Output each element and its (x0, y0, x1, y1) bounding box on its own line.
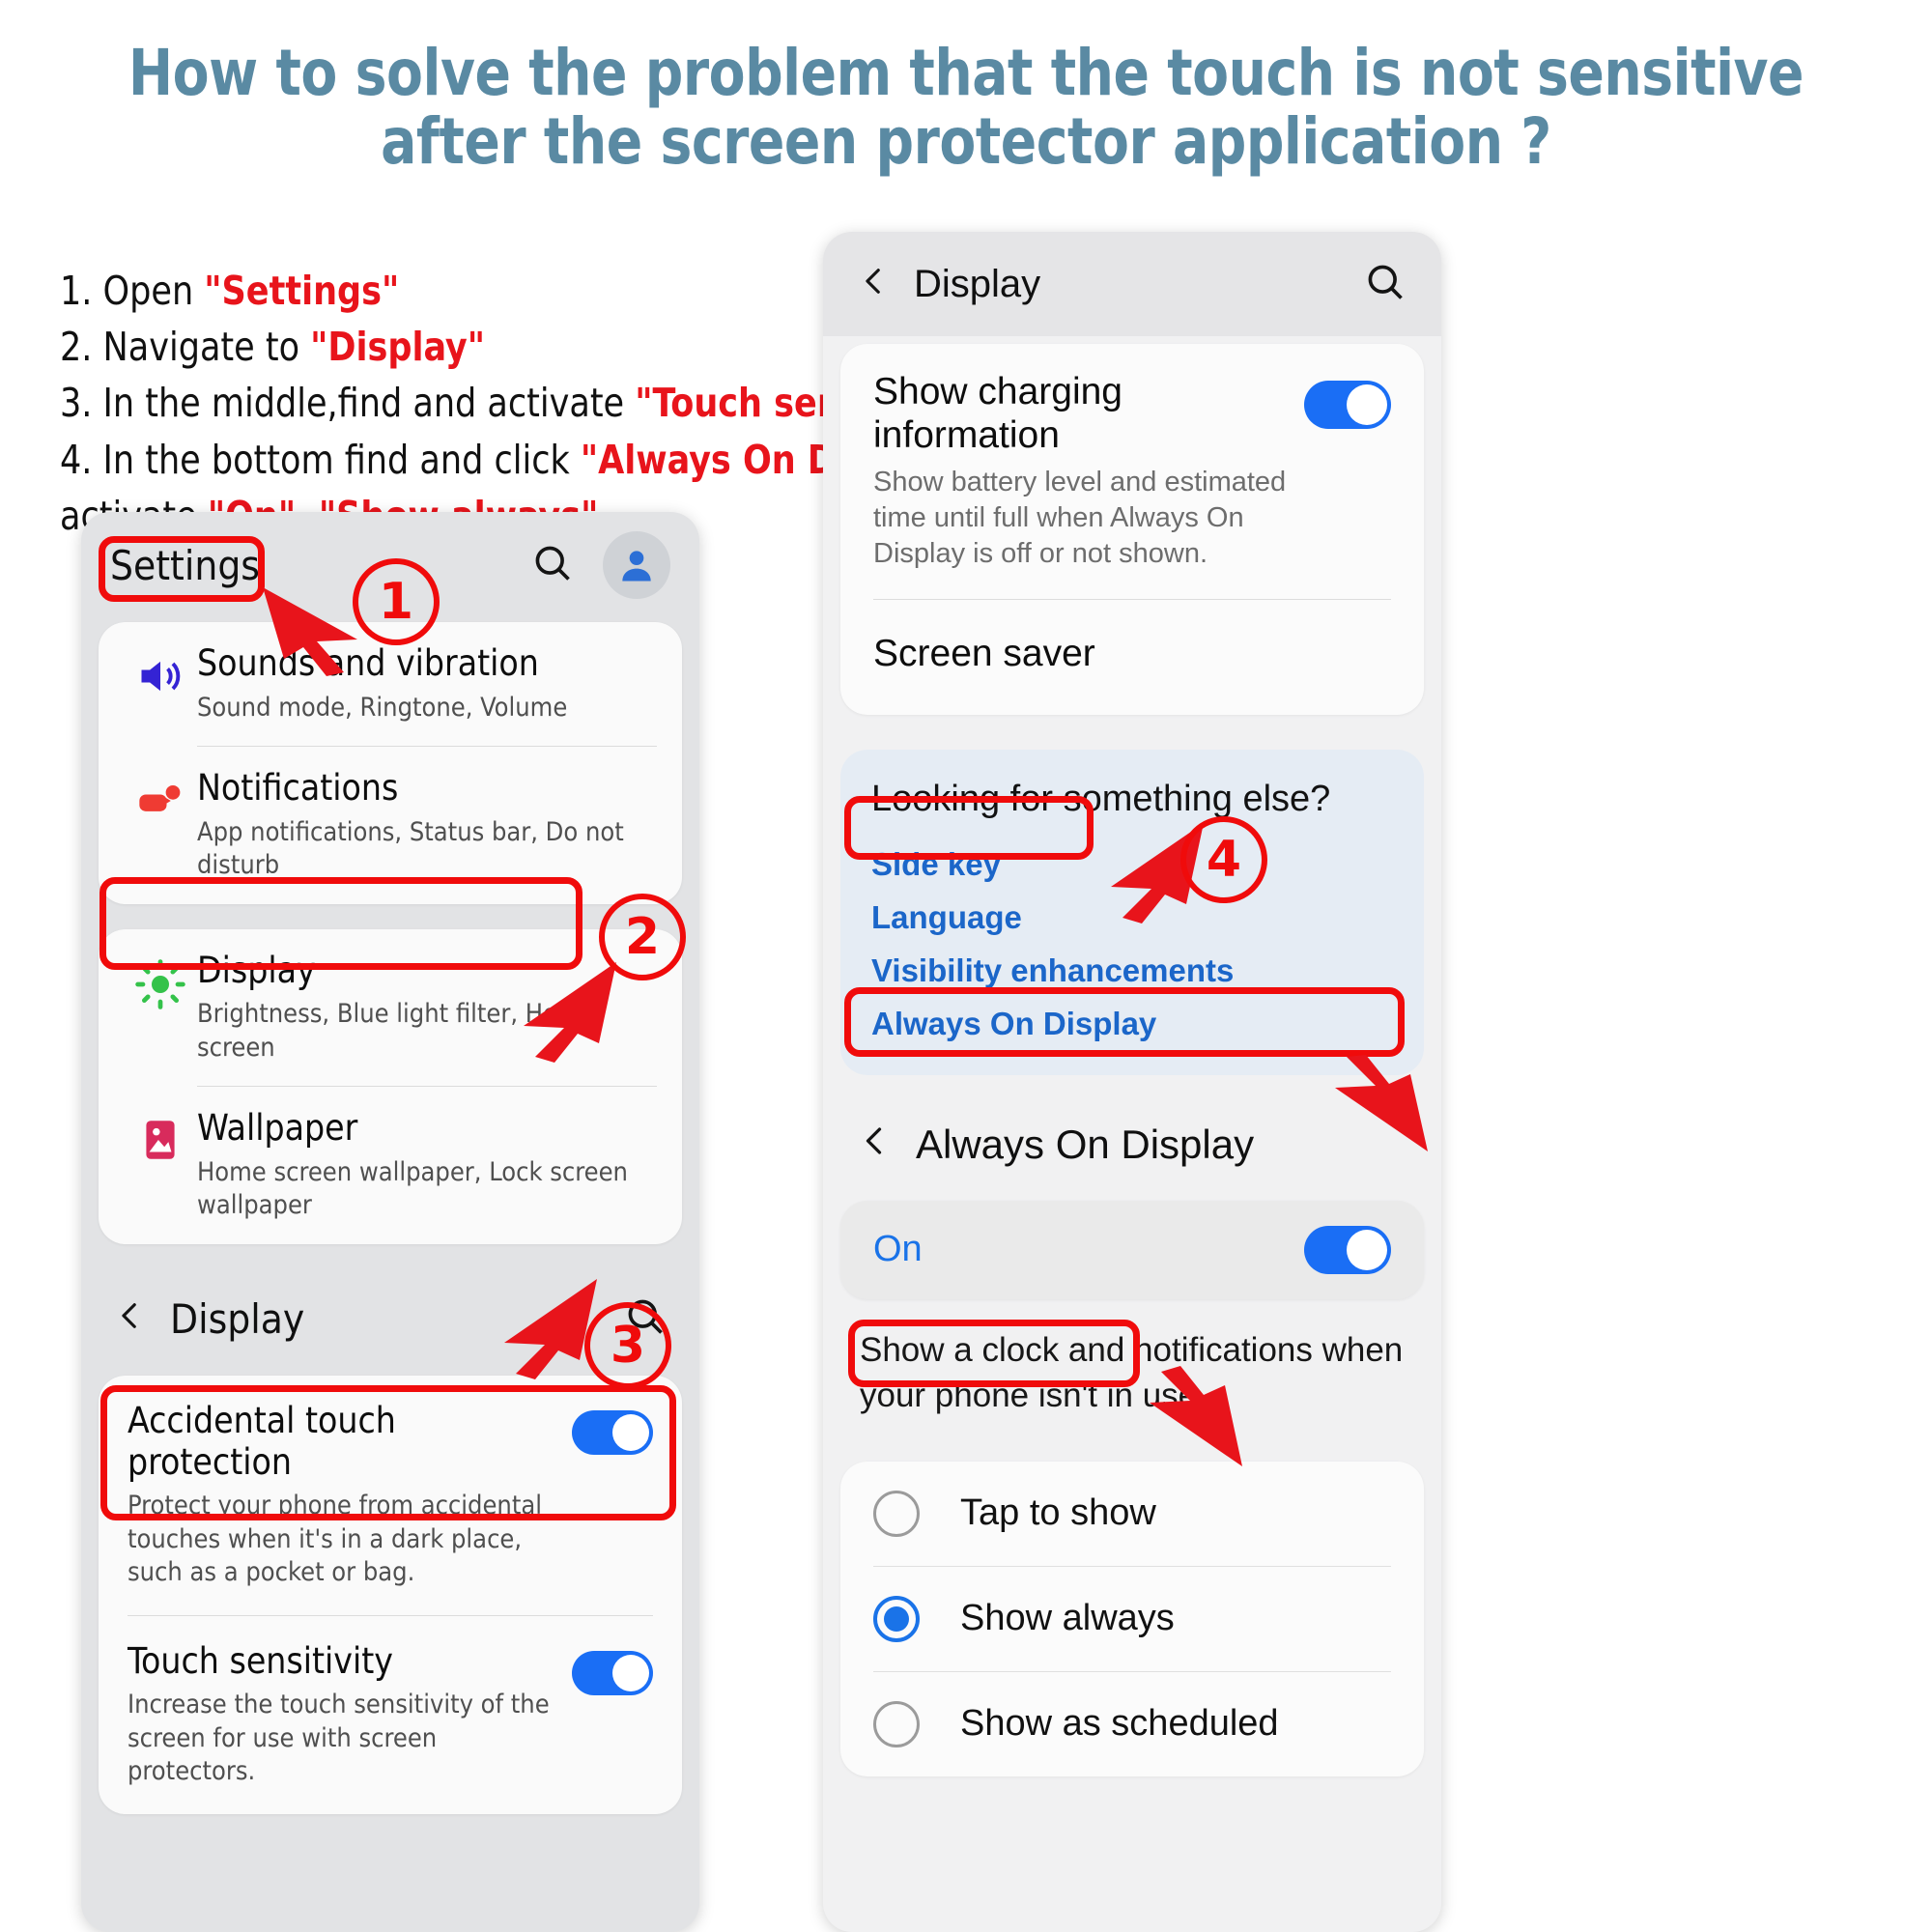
step-marker-3: 3 (584, 1302, 671, 1389)
aod-page-header: Always On Display (823, 1089, 1441, 1201)
brightness-sun-icon (124, 951, 197, 1010)
suggestions-card: Looking for something else? Side key Lan… (840, 749, 1424, 1075)
chevron-left-icon[interactable] (858, 1123, 893, 1165)
aod-on-toggle[interactable] (1304, 1225, 1391, 1274)
notifications-title: Notifications (197, 767, 399, 810)
aod-options-card: Tap to show Show always Show as schedule… (840, 1461, 1424, 1776)
radio-option-tap-to-show[interactable]: Tap to show (840, 1462, 1424, 1566)
charging-subtitle: Show battery level and estimated time un… (873, 466, 1287, 569)
display-page-title: Display (914, 262, 1041, 305)
display-settings-group: Accidental touch protection Protect your… (99, 1376, 682, 1814)
page-title: How to solve the problem that the touch … (122, 39, 1810, 177)
radio-option-show-always[interactable]: Show always (840, 1567, 1424, 1671)
step-marker-3-label: 3 (610, 1317, 646, 1375)
suggestion-link-language[interactable]: Language (840, 883, 1424, 936)
option-label-tap-to-show: Tap to show (960, 1492, 1156, 1534)
left-phone-screenshot: Settings Sounds and vibration Sound mode… (81, 512, 699, 1932)
display-subtitle: Brightness, Blue light filter, Home scre… (197, 999, 595, 1063)
list-item-aod-on[interactable]: On (840, 1201, 1424, 1299)
list-item-show-charging-information[interactable]: Show charging information Show battery l… (840, 344, 1424, 599)
step-marker-2: 2 (599, 894, 686, 980)
step-3-text: In the middle,find and activate (102, 380, 636, 427)
speaker-volume-icon (124, 643, 197, 701)
aod-on-label: On (873, 1229, 923, 1270)
wallpaper-image-icon (124, 1108, 197, 1164)
list-item-notifications[interactable]: Notifications App notifications, Status … (99, 747, 682, 904)
radio-icon[interactable] (873, 1490, 920, 1537)
display-page-header: Display (823, 232, 1441, 336)
wallpaper-title: Wallpaper (197, 1107, 358, 1150)
accidental-touch-subtitle: Protect your phone from accidental touch… (128, 1491, 542, 1588)
step-marker-1-label: 1 (378, 573, 414, 631)
list-item-accidental-touch-protection[interactable]: Accidental touch protection Protect your… (99, 1376, 682, 1615)
step-4-text: In the bottom find and click (102, 436, 581, 483)
sounds-subtitle: Sound mode, Ringtone, Volume (197, 692, 568, 723)
settings-group-sounds-notifications: Sounds and vibration Sound mode, Rington… (99, 622, 682, 904)
settings-group-display-wallpaper: Display Brightness, Blue light filter, H… (99, 928, 682, 1245)
suggestion-link-side-key[interactable]: Side key (840, 830, 1424, 883)
sounds-title: Sounds and vibration (197, 642, 539, 684)
aod-toggle-card: On (840, 1200, 1424, 1299)
step-1-number: 1. (60, 268, 93, 314)
charging-title: Show charging information (873, 371, 1122, 456)
step-marker-1: 1 (353, 558, 440, 645)
wallpaper-subtitle: Home screen wallpaper, Lock screen wallp… (197, 1156, 628, 1221)
step-2-text: Navigate to (102, 324, 311, 371)
touch-sensitivity-toggle[interactable] (572, 1650, 653, 1695)
step-1-text: Open (102, 268, 205, 314)
suggestions-question: Looking for something else? (871, 778, 1331, 819)
list-item-screen-saver[interactable]: Screen saver (840, 600, 1424, 715)
notification-bell-icon (124, 768, 197, 826)
step-4-number: 4. (60, 436, 93, 483)
right-phone-screenshot: Display Show charging information Show b… (823, 232, 1441, 1932)
suggestion-link-visibility-enhancements[interactable]: Visibility enhancements (840, 936, 1424, 989)
step-marker-2-label: 2 (624, 908, 661, 966)
accidental-touch-title: Accidental touch protection (128, 1400, 396, 1483)
accidental-touch-toggle[interactable] (572, 1410, 653, 1456)
suggestion-link-always-on-display[interactable]: Always On Display (840, 989, 1424, 1042)
notifications-subtitle: App notifications, Status bar, Do not di… (197, 816, 624, 881)
step-2-highlight: "Display" (310, 324, 486, 371)
chevron-left-icon[interactable] (858, 265, 891, 304)
display-title: Display (197, 949, 316, 991)
search-icon[interactable] (531, 542, 574, 588)
step-marker-4-label: 4 (1206, 831, 1242, 889)
aod-page-title: Always On Display (916, 1121, 1255, 1167)
option-label-show-as-scheduled: Show as scheduled (960, 1703, 1279, 1745)
page-title-line-2: after the screen protector application ? (381, 104, 1551, 180)
list-item-touch-sensitivity[interactable]: Touch sensitivity Increase the touch sen… (99, 1616, 682, 1814)
step-3-number: 3. (60, 380, 93, 427)
list-item-display[interactable]: Display Brightness, Blue light filter, H… (99, 929, 682, 1087)
step-marker-4: 4 (1180, 816, 1267, 903)
screen-saver-title: Screen saver (873, 633, 1095, 675)
radio-icon[interactable] (873, 1700, 920, 1747)
radio-option-show-as-scheduled[interactable]: Show as scheduled (840, 1672, 1424, 1776)
touch-sensitivity-title: Touch sensitivity (128, 1639, 393, 1682)
display-subpage-title: Display (170, 1294, 305, 1343)
page-title-line-1: How to solve the problem that the touch … (128, 36, 1804, 110)
charging-toggle[interactable] (1304, 381, 1391, 429)
settings-title: Settings (110, 541, 260, 589)
search-icon[interactable] (1364, 261, 1406, 308)
touch-sensitivity-subtitle: Increase the touch sensitivity of the sc… (128, 1690, 550, 1787)
display-options-card: Show charging information Show battery l… (840, 344, 1424, 715)
step-2-number: 2. (60, 324, 93, 371)
chevron-left-icon[interactable] (114, 1299, 147, 1339)
list-item-wallpaper[interactable]: Wallpaper Home screen wallpaper, Lock sc… (99, 1087, 682, 1244)
option-label-show-always: Show always (960, 1598, 1175, 1639)
infographic-page: How to solve the problem that the touch … (0, 0, 1932, 1932)
radio-selected-icon[interactable] (873, 1595, 920, 1642)
aod-description: Show a clock and notifications when your… (860, 1330, 1404, 1414)
step-1-highlight: "Settings" (204, 268, 400, 314)
avatar[interactable] (603, 531, 670, 599)
